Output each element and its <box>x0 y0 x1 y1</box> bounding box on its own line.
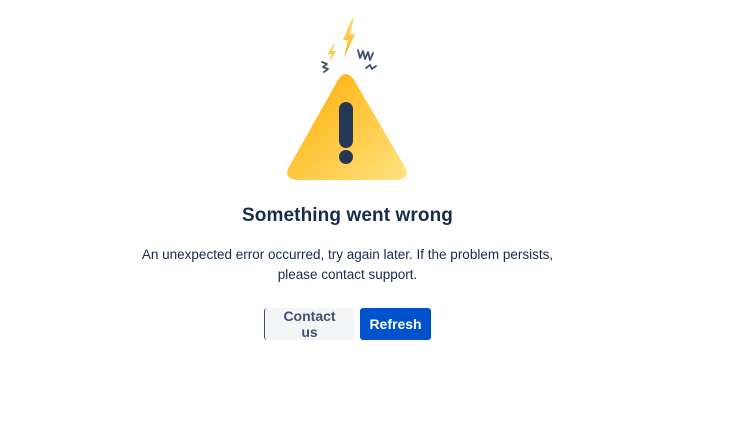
squiggle-small-icon <box>365 64 377 70</box>
error-message-line-1: An unexpected error occurred, try again … <box>141 247 554 262</box>
contact-us-button[interactable]: Contact us <box>264 308 354 340</box>
error-actions: Contact us Refresh <box>264 308 431 340</box>
lightning-bolt-icon <box>343 18 355 58</box>
squiggle-left-icon <box>321 61 329 73</box>
error-message-line-2: please contact support. <box>277 267 418 282</box>
lightning-bolt-small-icon <box>328 44 336 62</box>
error-message: An unexpected error occurred, try again … <box>0 245 695 285</box>
error-page: Something went wrong An unexpected error… <box>0 0 755 426</box>
error-title: Something went wrong <box>242 205 453 226</box>
exclamation-dot <box>339 150 353 164</box>
warning-triangle-icon <box>287 18 407 180</box>
squiggle-right-icon <box>357 49 374 61</box>
exclamation-bar <box>339 102 353 148</box>
refresh-button[interactable]: Refresh <box>360 308 431 340</box>
